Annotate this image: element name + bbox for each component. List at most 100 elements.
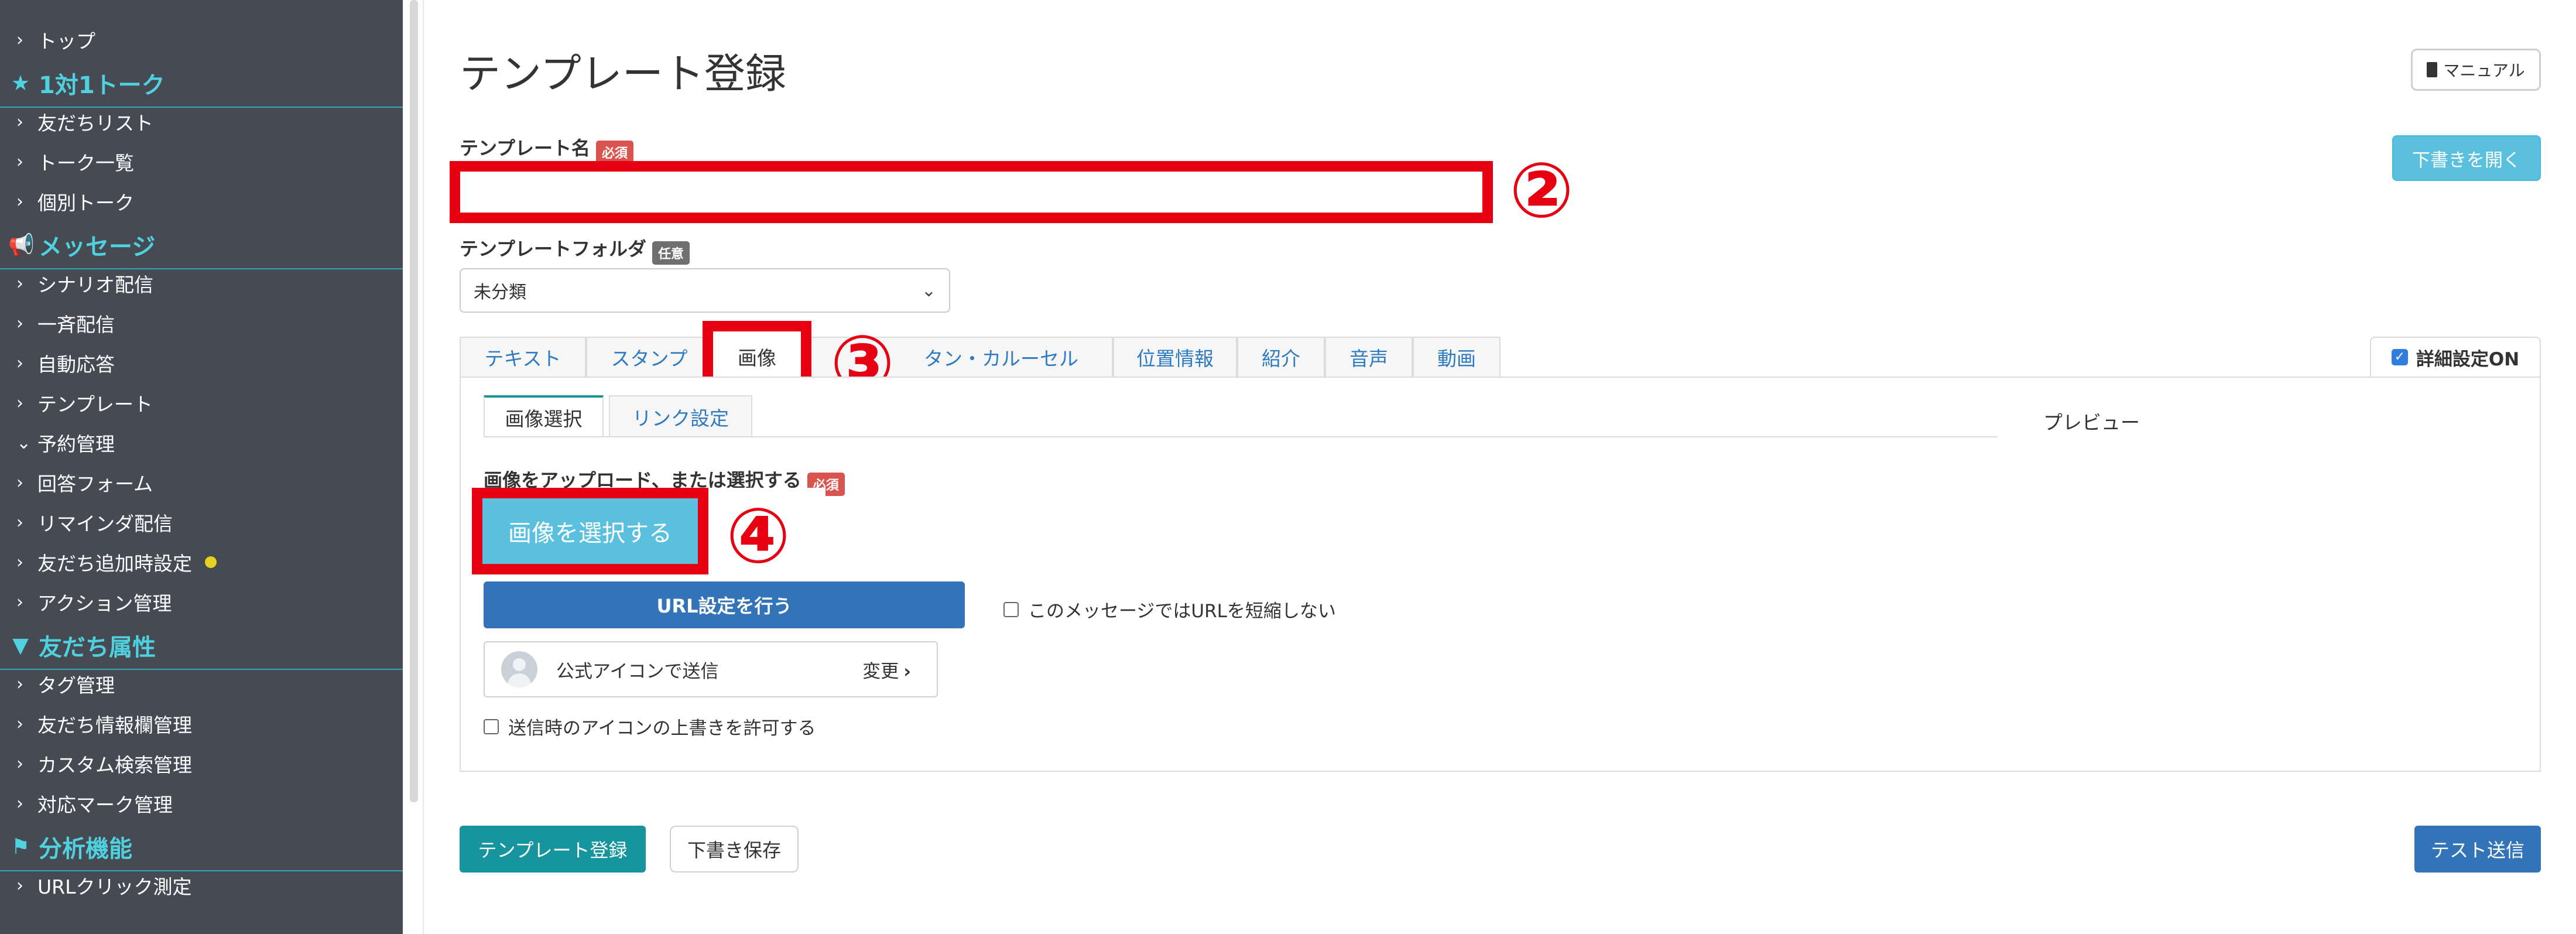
allow-override-option[interactable]: 送信時のアイコンの上書きを許可する — [484, 713, 816, 740]
sidebar-item-21[interactable]: › URLクリック測定 — [0, 867, 403, 904]
sidebar-item-8[interactable]: › 自動応答 — [0, 344, 403, 382]
select-image-button-label: 画像を選択する — [508, 520, 672, 547]
chevron-right-icon: › — [16, 713, 23, 734]
tab-stamp-label: スタンプ — [611, 347, 688, 370]
allow-override-label: 送信時のアイコンの上書きを許可する — [508, 718, 816, 739]
sidebar-item-7[interactable]: › 一斉配信 — [0, 305, 403, 342]
manual-button-label: マニュアル — [2443, 61, 2525, 80]
template-folder-label: テンプレートフォルダ — [460, 238, 647, 260]
no-shorten-label: このメッセージではURLを短縮しない — [1028, 601, 1336, 622]
allow-override-checkbox[interactable] — [484, 719, 499, 734]
chevron-right-icon: › — [16, 875, 23, 896]
chevron-right-icon: › — [16, 111, 23, 132]
chevron-right-icon: › — [16, 353, 23, 374]
sidebar-item-label: 一斉配信 — [37, 313, 115, 336]
star-icon: ★ — [11, 71, 30, 95]
subtab-link-settings[interactable]: リンク設定 — [609, 395, 752, 437]
page-title: テンプレート登録 — [460, 50, 786, 98]
no-shorten-option[interactable]: このメッセージではURLを短縮しない — [1003, 596, 1336, 622]
no-shorten-checkbox[interactable] — [1003, 601, 1019, 617]
tab-intro[interactable]: 紹介 — [1237, 337, 1325, 377]
chevron-right-icon: › — [16, 753, 23, 774]
sidebar-item-10[interactable]: ⌄ 予約管理 — [0, 424, 403, 461]
sidebar-item-6[interactable]: › シナリオ配信 — [0, 265, 403, 302]
sidebar-section-20: ⚑ 分析機能 — [0, 823, 403, 871]
sidebar-item-label: 対応マーク管理 — [37, 793, 173, 816]
sidebar-item-11[interactable]: › 回答フォーム — [0, 464, 403, 501]
sidebar-item-13[interactable]: › 友だち追加時設定 — [0, 543, 403, 581]
annotation-box-2 — [450, 161, 1493, 223]
chevron-right-icon: › — [16, 273, 23, 294]
sidebar-item-label: リマインダ配信 — [37, 512, 173, 535]
tab-stamp[interactable]: スタンプ — [586, 337, 712, 377]
sidebar-section-5: 📢 メッセージ — [0, 221, 403, 269]
detail-settings-checkbox[interactable]: ✓ — [2391, 349, 2408, 365]
sidebar-item-label: 回答フォーム — [37, 473, 153, 495]
template-name-label: テンプレート名 — [460, 137, 591, 159]
open-draft-button[interactable]: 下書きを開く — [2392, 135, 2541, 181]
register-template-button[interactable]: テンプレート登録 — [460, 826, 646, 873]
filter-icon: ▼ — [12, 633, 29, 658]
chevron-right-icon: › — [16, 512, 23, 533]
manual-button[interactable]: マニュアル — [2411, 49, 2541, 91]
sidebar-item-label: テンプレート — [37, 393, 153, 416]
save-draft-button-label: 下書き保存 — [687, 839, 781, 861]
sidebar-item-9[interactable]: › テンプレート — [0, 384, 403, 422]
sidebar-section-1: ★ 1対1トーク — [0, 60, 403, 108]
sidebar-item-4[interactable]: › 個別トーク — [0, 183, 403, 220]
change-label: 変更 — [862, 661, 899, 682]
sidebar-section-label: 1対1トーク — [39, 72, 165, 99]
sidebar-item-18[interactable]: › カスタム検索管理 — [0, 745, 403, 782]
folder-select-value: 未分類 — [474, 282, 526, 303]
required-badge: 必須 — [596, 140, 634, 164]
sidebar-item-label: トーク一覧 — [37, 152, 134, 175]
sidebar-section-label: メッセージ — [39, 234, 156, 261]
tab-intro-label: 紹介 — [1262, 347, 1300, 370]
sidebar-scrollbar[interactable] — [410, 0, 418, 802]
save-draft-button[interactable]: 下書き保存 — [670, 826, 799, 873]
subtab-image-select[interactable]: 画像選択 — [484, 395, 604, 437]
tab-audio[interactable]: 音声 — [1325, 337, 1413, 377]
sidebar-item-12[interactable]: › リマインダ配信 — [0, 504, 403, 541]
template-name-label-row: テンプレート名 必須 — [460, 134, 634, 164]
sidebar-item-19[interactable]: › 対応マーク管理 — [0, 785, 403, 822]
tab-image[interactable]: 画像 — [713, 331, 801, 382]
megaphone-icon: 📢 — [8, 233, 35, 257]
annotation-number-2: ② — [1509, 146, 1574, 235]
folder-select[interactable]: 未分類 ⌄ — [460, 268, 950, 313]
tab-location[interactable]: 位置情報 — [1113, 337, 1237, 377]
sidebar-item-label: シナリオ配信 — [37, 273, 153, 296]
sidebar-item-14[interactable]: › アクション管理 — [0, 583, 403, 621]
sidebar-item-16[interactable]: › タグ管理 — [0, 665, 403, 703]
select-image-button[interactable]: 画像を選択する — [482, 498, 698, 564]
notification-dot — [205, 556, 217, 568]
detail-settings-toggle[interactable]: ✓ 詳細設定ON — [2370, 337, 2541, 377]
sidebar-item-label: 自動応答 — [37, 353, 115, 376]
sidebar-divider — [423, 0, 424, 934]
change-sender-link[interactable]: 変更 › — [862, 656, 911, 683]
sidebar-item-0[interactable]: › トップ — [0, 21, 403, 59]
chevron-right-icon: › — [16, 673, 23, 694]
sidebar-item-3[interactable]: › トーク一覧 — [0, 143, 403, 180]
template-name-input[interactable] — [460, 172, 1482, 213]
chevron-right-icon: › — [16, 793, 23, 814]
sidebar-item-2[interactable]: › 友だちリスト — [0, 103, 403, 141]
sidebar-item-label: トップ — [37, 30, 95, 53]
url-settings-button[interactable]: URL設定を行う — [484, 581, 965, 628]
chevron-right-icon: › — [16, 29, 23, 50]
chevron-right-icon: › — [16, 591, 23, 613]
chevron-right-icon: › — [903, 661, 911, 682]
subtab-link-settings-label: リンク設定 — [632, 407, 729, 430]
test-send-button[interactable]: テスト送信 — [2414, 826, 2541, 873]
test-send-button-label: テスト送信 — [2430, 839, 2524, 861]
tab-video[interactable]: 動画 — [1413, 337, 1501, 377]
annotation-box-4: 画像を選択する — [472, 488, 708, 574]
template-folder-label-row: テンプレートフォルダ 任意 — [460, 234, 690, 265]
sidebar-item-17[interactable]: › 友だち情報欄管理 — [0, 705, 403, 743]
flag-icon: ⚑ — [11, 834, 30, 859]
subtab-image-select-label: 画像選択 — [505, 408, 583, 430]
sidebar-item-label: 友だちリスト — [37, 112, 153, 135]
url-settings-button-label: URL設定を行う — [656, 595, 792, 617]
tab-text[interactable]: テキスト — [460, 337, 586, 377]
tab-video-label: 動画 — [1437, 347, 1476, 370]
